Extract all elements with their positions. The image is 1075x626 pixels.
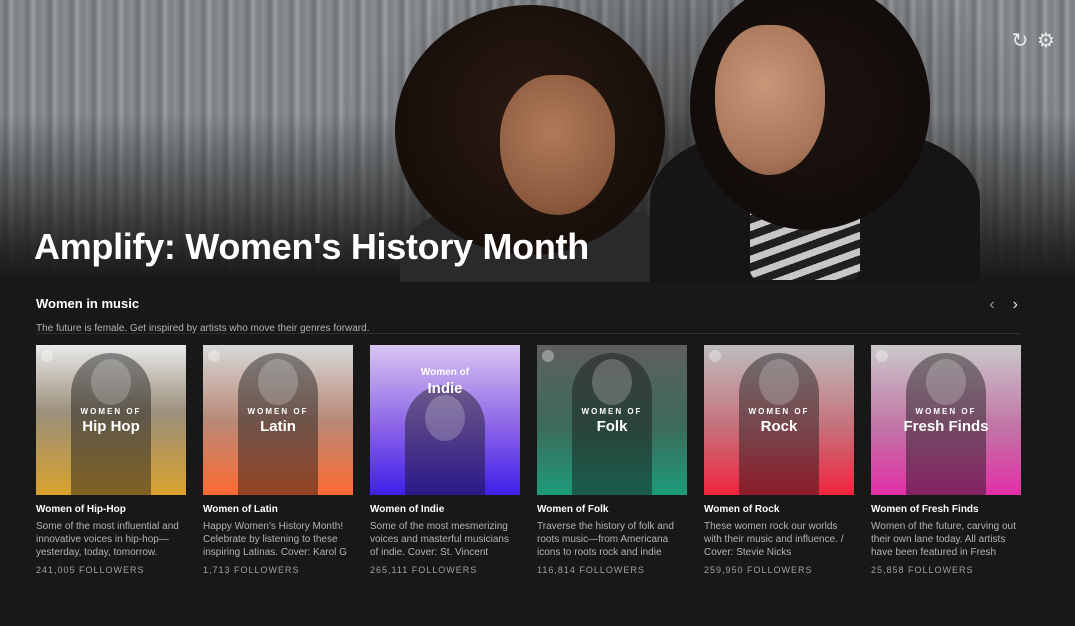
cover-genre: Fresh Finds — [903, 418, 989, 435]
playlist-cover[interactable]: WOMEN OF Folk — [537, 345, 687, 495]
hero-figure-left-face — [500, 75, 615, 215]
playlist-cover[interactable]: WOMEN OF Rock — [704, 345, 854, 495]
spotify-icon — [542, 350, 554, 362]
cover-artist-head — [759, 359, 799, 405]
cover-artist-head — [258, 359, 298, 405]
section-title[interactable]: Women in music — [36, 296, 1020, 311]
playlist-card-hip-hop[interactable]: WOMEN OF Hip Hop Women of Hip-Hop Some o… — [36, 345, 186, 575]
cover-kicker: WOMEN OF — [915, 407, 977, 416]
cover-kicker: WOMEN OF — [80, 407, 142, 416]
cover-kicker: WOMEN OF — [581, 407, 643, 416]
hero-figure-right-face — [715, 25, 825, 175]
carousel-nav: ‹ › — [989, 296, 1018, 314]
gear-icon[interactable]: ⚙ — [1035, 30, 1057, 52]
cover-kicker: Women of — [420, 367, 470, 378]
playlist-card-folk[interactable]: WOMEN OF Folk Women of Folk Traverse the… — [537, 345, 687, 575]
cover-genre: Hip Hop — [82, 418, 140, 435]
playlist-card-indie[interactable]: Women of Indie Women of Indie Some of th… — [370, 345, 520, 575]
playlist-cover[interactable]: WOMEN OF Latin — [203, 345, 353, 495]
playlist-cover[interactable]: WOMEN OF Fresh Finds — [871, 345, 1021, 495]
refresh-icon[interactable]: ↻ — [1009, 30, 1031, 52]
cover-artist-head — [592, 359, 632, 405]
spotify-icon — [41, 350, 53, 362]
cover-genre: Folk — [596, 418, 628, 435]
playlist-title[interactable]: Women of Rock — [704, 504, 854, 515]
playlist-description: Happy Women's History Month! Celebrate b… — [203, 521, 347, 558]
cover-kicker: WOMEN OF — [247, 407, 309, 416]
cover-genre: Latin — [260, 418, 296, 435]
cover-artist-head — [91, 359, 131, 405]
playlist-card-latin[interactable]: WOMEN OF Latin Women of Latin Happy Wome… — [203, 345, 353, 575]
chevron-right-icon[interactable]: › — [1013, 296, 1018, 314]
page-title: Amplify: Women's History Month — [34, 226, 589, 267]
playlist-cover[interactable]: Women of Indie — [370, 345, 520, 495]
playlist-title[interactable]: Women of Indie — [370, 504, 520, 515]
playlist-description: Some of the most influential and innovat… — [36, 521, 179, 558]
playlist-followers: 25,858 FOLLOWERS — [871, 565, 974, 575]
playlist-followers: 259,950 FOLLOWERS — [704, 565, 813, 575]
cover-genre: Indie — [427, 380, 463, 397]
section-divider — [36, 333, 1020, 334]
top-right-controls: ↻ ⚙ — [1009, 30, 1057, 52]
playlist-card-rock[interactable]: WOMEN OF Rock Women of Rock These women … — [704, 345, 854, 575]
cover-artist-head — [926, 359, 966, 405]
playlist-followers: 265,111 FOLLOWERS — [370, 565, 478, 575]
section-women-in-music: Women in music The future is female. Get… — [36, 290, 1020, 334]
playlist-title[interactable]: Women of Latin — [203, 504, 353, 515]
playlist-description: Some of the most mesmerizing voices and … — [370, 521, 509, 558]
playlist-carousel: WOMEN OF Hip Hop Women of Hip-Hop Some o… — [36, 345, 1021, 575]
cover-artist-head — [425, 395, 465, 441]
cover-kicker: WOMEN OF — [748, 407, 810, 416]
playlist-card-fresh-finds[interactable]: WOMEN OF Fresh Finds Women of Fresh Find… — [871, 345, 1021, 575]
cover-genre: Rock — [760, 418, 798, 435]
spotify-icon — [876, 350, 888, 362]
hero-banner: Amplify: Women's History Month — [0, 0, 1075, 282]
spotify-icon — [709, 350, 721, 362]
playlist-description: Women of the future, carving out their o… — [871, 521, 1016, 558]
playlist-title[interactable]: Women of Folk — [537, 504, 687, 515]
playlist-followers: 241,005 FOLLOWERS — [36, 565, 145, 575]
playlist-description: Traverse the history of folk and roots m… — [537, 521, 674, 558]
spotify-icon — [208, 350, 220, 362]
playlist-description: These women rock our worlds with their m… — [704, 521, 844, 558]
playlist-title[interactable]: Women of Fresh Finds — [871, 504, 1021, 515]
chevron-left-icon[interactable]: ‹ — [989, 296, 994, 314]
playlist-title[interactable]: Women of Hip-Hop — [36, 504, 186, 515]
playlist-cover[interactable]: WOMEN OF Hip Hop — [36, 345, 186, 495]
playlist-followers: 1,713 FOLLOWERS — [203, 565, 300, 575]
playlist-followers: 116,814 FOLLOWERS — [537, 565, 645, 575]
